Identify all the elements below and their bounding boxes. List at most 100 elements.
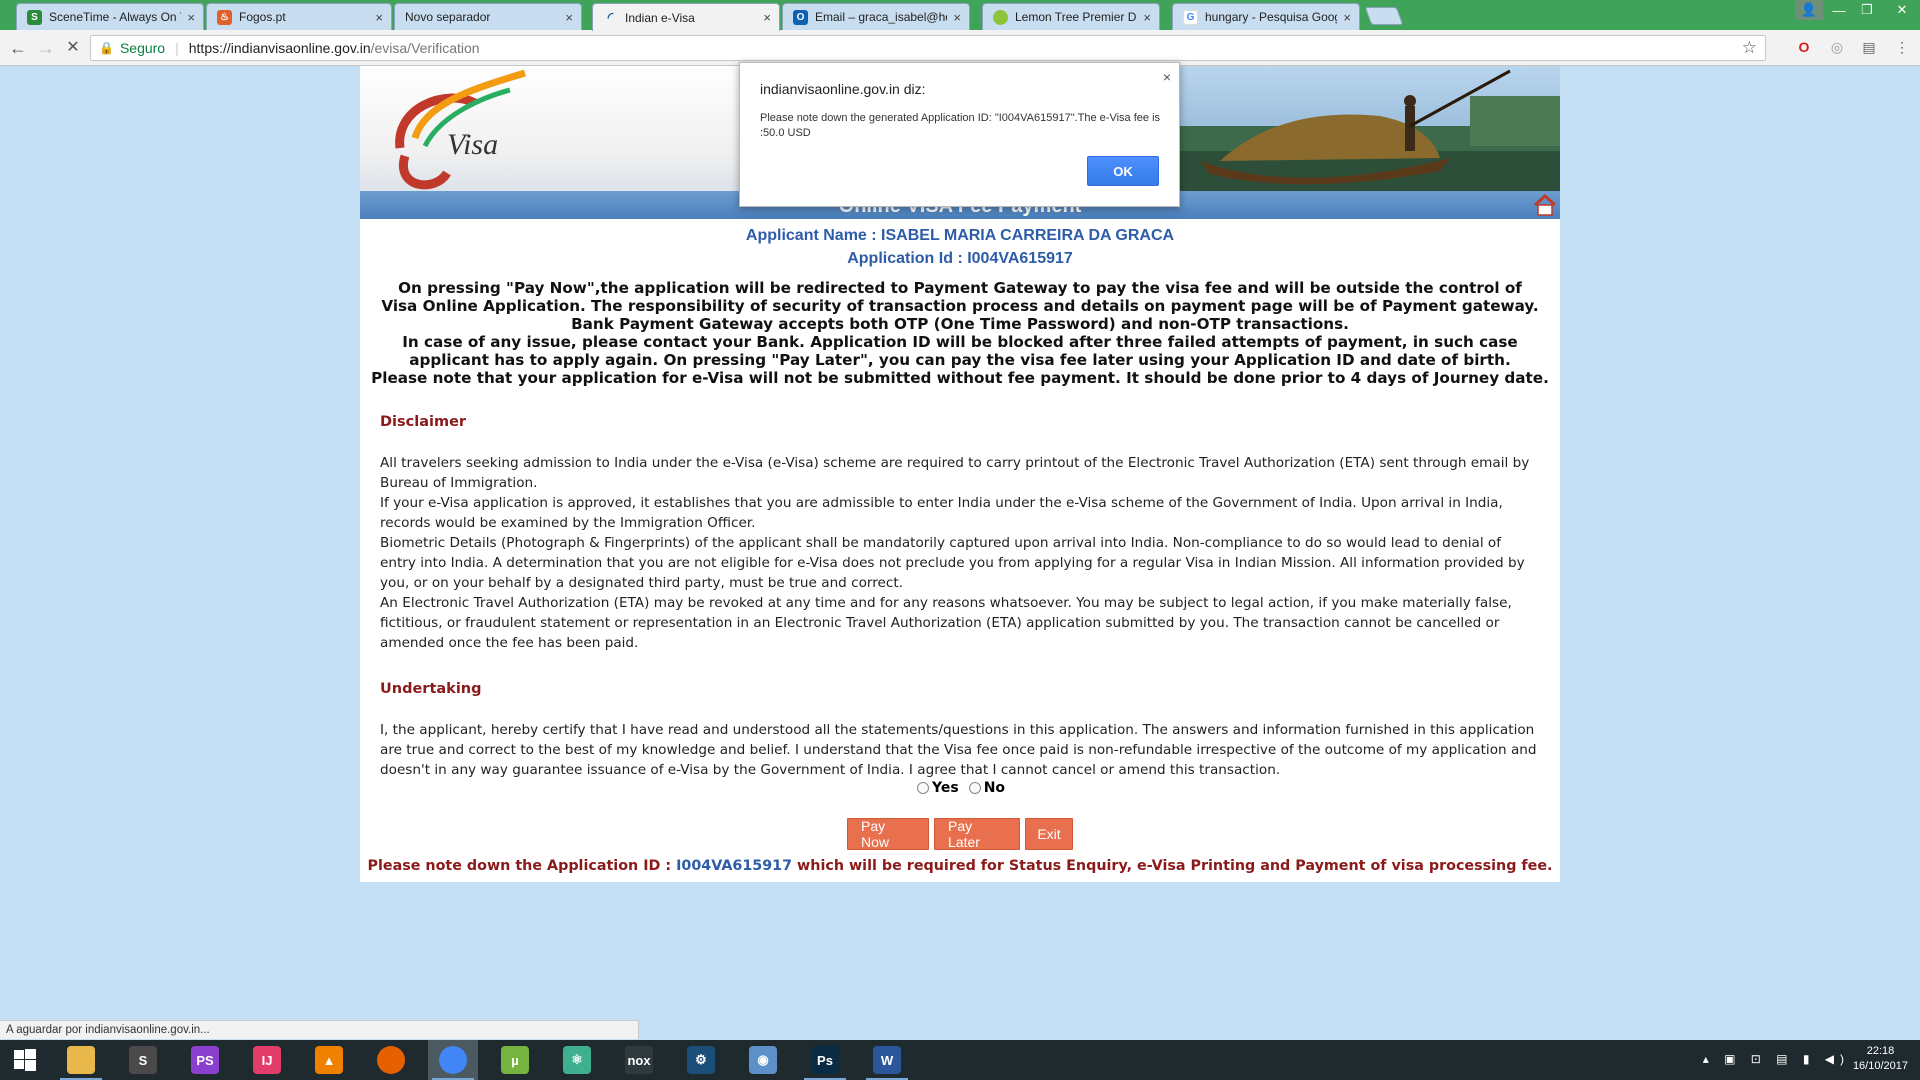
tab-title: Lemon Tree Premier Dell [1015, 10, 1138, 24]
pay-now-button[interactable]: Pay Now [847, 818, 929, 850]
javascript-alert-dialog: indianvisaonline.gov.in diz: × Please no… [739, 62, 1180, 207]
alert-title: indianvisaonline.gov.in diz: [760, 81, 926, 97]
tab-new[interactable]: Novo separador × [394, 3, 582, 30]
tab-title: hungary - Pesquisa Goog [1205, 10, 1338, 24]
taskbar-app-button[interactable]: IJ [242, 1040, 292, 1080]
close-icon[interactable]: × [763, 10, 771, 25]
application-id: Application Id : I004VA615917 [847, 250, 1073, 267]
payment-notice: On pressing "Pay Now",the application wi… [370, 279, 1550, 387]
taskbar-app-button[interactable]: nox [614, 1040, 664, 1080]
new-tab-button[interactable] [1364, 7, 1404, 25]
taskbar-app-button[interactable] [366, 1040, 416, 1080]
extension-icon[interactable]: ▤ [1860, 38, 1878, 56]
notice-line: In case of any issue, please contact you… [402, 333, 1518, 369]
tab-scenetime[interactable]: S SceneTime - Always On T × [16, 3, 204, 30]
disclaimer-paragraph: All travelers seeking admission to India… [380, 455, 1530, 491]
tab-email[interactable]: O Email – graca_isabel@ho × [782, 3, 970, 30]
tab-title: Email – graca_isabel@ho [815, 10, 948, 24]
secure-label: Seguro [119, 40, 166, 56]
reminder-prefix: Please note down the Application ID : [367, 858, 677, 874]
disclaimer-paragraph: If your e-Visa application is approved, … [380, 495, 1503, 531]
close-icon[interactable]: × [1143, 10, 1151, 25]
taskbar-app-button[interactable]: PS [180, 1040, 230, 1080]
undertaking-heading: Undertaking [380, 681, 482, 697]
loading-spinner-icon: ◜ [607, 9, 614, 25]
firefox-icon [377, 1046, 405, 1074]
taskbar-app-button[interactable]: ⚛ [552, 1040, 602, 1080]
notice-line: On pressing "Pay Now",the application wi… [381, 279, 1539, 333]
reminder-application-id: I004VA615917 [676, 858, 793, 874]
ok-button[interactable]: OK [1087, 156, 1159, 186]
file-explorer-icon [67, 1046, 95, 1074]
extension-icon[interactable]: ◎ [1828, 38, 1846, 56]
close-icon[interactable]: × [187, 10, 195, 25]
tab-fogos[interactable]: ♨ Fogos.pt × [206, 3, 392, 30]
taskbar-clock[interactable]: 22:18 16/10/2017 [1853, 1044, 1908, 1074]
taskbar-app-button[interactable] [56, 1040, 106, 1080]
radio-no[interactable] [968, 782, 981, 794]
back-arrow-icon[interactable]: ← [8, 38, 28, 58]
tab-title: Novo separador [405, 10, 491, 24]
taskbar-app-button[interactable]: Ps [800, 1040, 850, 1080]
bookmark-star-icon[interactable]: ☆ [1742, 38, 1757, 58]
opera-extension-icon[interactable]: O [1795, 38, 1813, 56]
close-icon[interactable]: × [375, 10, 383, 25]
maximize-button[interactable]: ❐ [1853, 0, 1881, 20]
tab-indian-evisa[interactable]: ◜ Indian e-Visa × [592, 3, 780, 31]
taskbar-app-button[interactable]: ▲ [304, 1040, 354, 1080]
user-icon[interactable]: 👤 [1795, 0, 1823, 20]
close-window-button[interactable]: ✕ [1884, 0, 1920, 20]
application-id-reminder: Please note down the Application ID : I0… [360, 858, 1560, 874]
close-icon[interactable]: × [1343, 10, 1351, 25]
start-button[interactable] [0, 1040, 50, 1080]
stop-loading-icon[interactable]: ✕ [63, 38, 83, 58]
tab-title: SceneTime - Always On T [49, 10, 182, 24]
utorrent-icon: µ [501, 1046, 529, 1074]
disclaimer-paragraph: Biometric Details (Photograph & Fingerpr… [380, 535, 1525, 591]
url-path: /evisa/Verification [370, 40, 480, 56]
taskbar-app-button[interactable]: µ [490, 1040, 540, 1080]
omnibox-divider: | [175, 40, 179, 56]
houseboat-photo [1180, 66, 1560, 191]
close-icon[interactable]: × [565, 10, 573, 25]
tab-lemon-tree[interactable]: Lemon Tree Premier Dell × [982, 3, 1160, 30]
tab-title: Fogos.pt [239, 10, 286, 24]
disclaimer-heading: Disclaimer [380, 414, 467, 430]
pay-later-button[interactable]: Pay Later [934, 818, 1020, 850]
system-tray-icons[interactable]: ▴ ▣ ⊡ ▤ ▮ ◀) [1703, 1052, 1850, 1066]
intellij-icon: IJ [253, 1046, 281, 1074]
tab-title: Indian e-Visa [625, 10, 695, 25]
minimize-button[interactable]: — [1825, 0, 1853, 20]
disclaimer-text: All travelers seeking admission to India… [380, 453, 1540, 653]
clock-time: 22:18 [1866, 1045, 1895, 1057]
address-bar[interactable]: 🔒 Seguro | https://indianvisaonline.gov.… [90, 35, 1766, 61]
taskbar-app-button[interactable]: S [118, 1040, 168, 1080]
outlook-icon: O [793, 9, 808, 25]
sublime-text-icon: S [129, 1046, 157, 1074]
nox-icon: nox [625, 1046, 653, 1074]
exit-button[interactable]: Exit [1025, 818, 1073, 850]
app-icon: ◉ [749, 1046, 777, 1074]
menu-icon[interactable]: ⋮ [1893, 38, 1911, 56]
taskbar-app-button[interactable]: ◉ [738, 1040, 788, 1080]
radio-yes[interactable] [917, 782, 929, 794]
scenetime-icon: S [27, 9, 42, 25]
close-icon[interactable]: × [953, 10, 961, 25]
clock-date: 16/10/2017 [1852, 1060, 1908, 1072]
applicant-name: Applicant Name : ISABEL MARIA CARREIRA D… [745, 227, 1175, 244]
browser-tab-strip: S SceneTime - Always On T × ♨ Fogos.pt ×… [0, 0, 1920, 31]
taskbar-app-button[interactable] [428, 1040, 478, 1080]
svg-text:Visa: Visa [447, 128, 498, 161]
forward-arrow-icon[interactable]: → [36, 38, 56, 58]
steam-icon: ⚙ [687, 1046, 715, 1074]
alert-message: Please note down the generated Applicati… [760, 112, 1161, 139]
notice-line: Please note that your application for e-… [371, 369, 1549, 387]
url-host: https://indianvisaonline.gov.in [188, 40, 371, 56]
taskbar-app-button[interactable]: ⚙ [676, 1040, 726, 1080]
word-icon: W [873, 1046, 901, 1074]
close-icon[interactable]: × [1163, 69, 1171, 85]
home-icon[interactable] [1533, 194, 1557, 216]
taskbar-app-button[interactable]: W [862, 1040, 912, 1080]
tab-google-search[interactable]: G hungary - Pesquisa Goog × [1172, 3, 1360, 30]
atom-icon: ⚛ [563, 1046, 591, 1074]
